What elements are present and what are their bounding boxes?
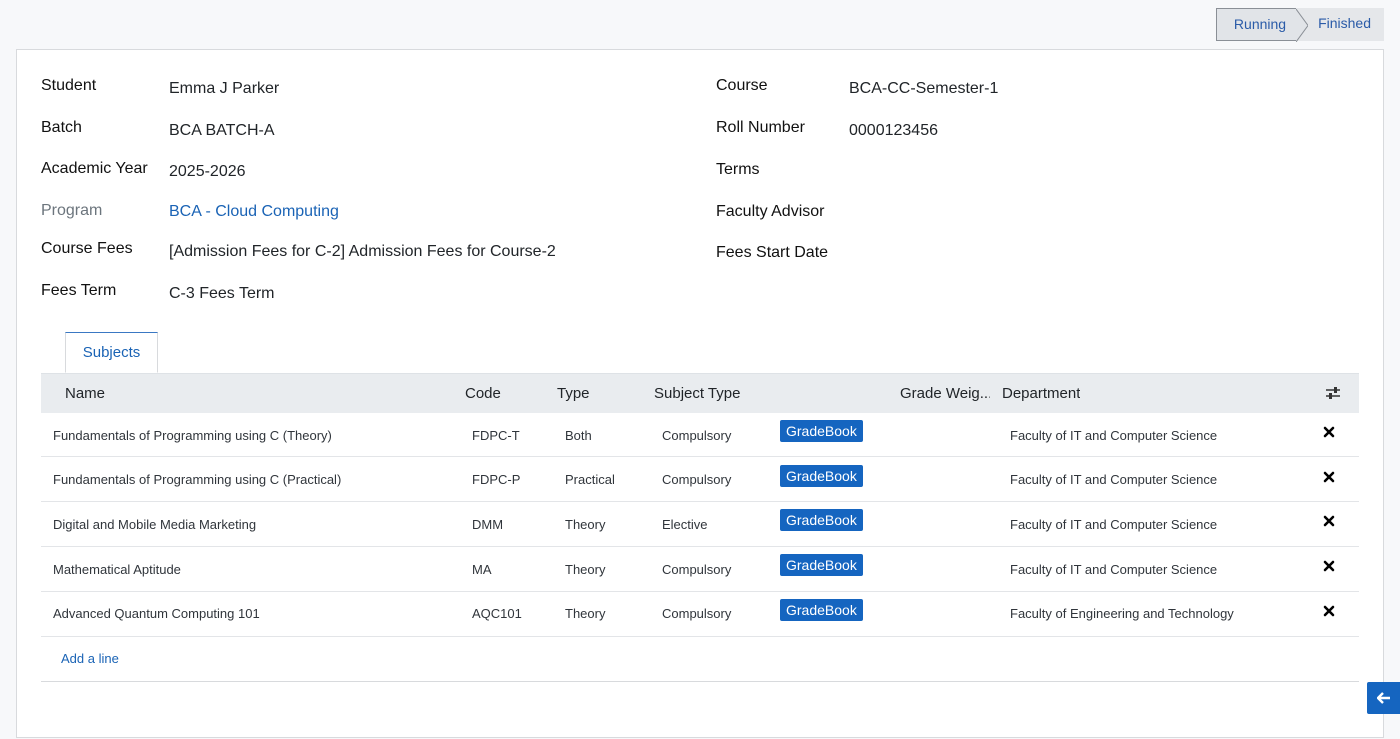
course-value[interactable]: BCA-CC-Semester-1 bbox=[849, 80, 998, 98]
close-icon[interactable] bbox=[1323, 426, 1335, 438]
close-icon[interactable] bbox=[1323, 605, 1335, 617]
cell-code: DMM bbox=[472, 517, 504, 532]
student-value[interactable]: Emma J Parker bbox=[169, 80, 279, 98]
cell-department: Faculty of IT and Computer Science bbox=[1010, 562, 1218, 577]
subjects-table: Name Code Type Subject Type Grade Weig..… bbox=[41, 373, 1359, 682]
fees-term-value[interactable]: C-3 Fees Term bbox=[169, 285, 275, 303]
close-icon[interactable] bbox=[1323, 560, 1335, 572]
stage-running-label: Running bbox=[1233, 16, 1287, 32]
program-link[interactable]: BCA - Cloud Computing bbox=[169, 203, 339, 221]
field-course: Course bbox=[716, 77, 768, 95]
col-type[interactable]: Type bbox=[557, 374, 590, 413]
cell-type: Theory bbox=[565, 606, 606, 621]
field-batch: Batch bbox=[41, 119, 82, 137]
col-department[interactable]: Department bbox=[1002, 374, 1080, 413]
cell-department: Faculty of IT and Computer Science bbox=[1010, 472, 1218, 487]
stage-finished-label: Finished bbox=[1318, 15, 1371, 31]
field-student: Student bbox=[41, 77, 96, 95]
stage-finished[interactable]: Finished bbox=[1296, 8, 1384, 41]
cell-type: Theory bbox=[565, 517, 606, 532]
cell-code: FDPC-T bbox=[472, 428, 520, 443]
cell-name: Fundamentals of Programming using C (Pra… bbox=[53, 472, 342, 487]
cell-department: Faculty of Engineering and Technology bbox=[1010, 606, 1234, 621]
cell-department: Faculty of IT and Computer Science bbox=[1010, 428, 1218, 443]
tab-subjects[interactable]: Subjects bbox=[65, 332, 158, 373]
cell-name: Advanced Quantum Computing 101 bbox=[53, 606, 260, 621]
cell-department: Faculty of IT and Computer Science bbox=[1010, 517, 1218, 532]
roll-number-value[interactable]: 0000123456 bbox=[849, 122, 938, 140]
fees-term-label: Fees Term bbox=[41, 282, 117, 299]
table-row[interactable]: Fundamentals of Programming using C (The… bbox=[41, 413, 1359, 457]
field-fees-start-date: Fees Start Date bbox=[716, 244, 828, 262]
cell-subject-type: Compulsory bbox=[662, 606, 732, 621]
roll-number-label: Roll Number bbox=[716, 119, 805, 136]
add-line-row: Add a line bbox=[41, 637, 1359, 682]
cell-subject-type: Compulsory bbox=[662, 428, 732, 443]
back-button[interactable] bbox=[1367, 682, 1400, 714]
cell-type: Both bbox=[565, 428, 592, 443]
table-row[interactable]: Digital and Mobile Media Marketing DMM T… bbox=[41, 502, 1359, 547]
cell-subject-type: Elective bbox=[662, 517, 708, 532]
cell-code: MA bbox=[472, 562, 492, 577]
student-label: Student bbox=[41, 77, 97, 94]
gradebook-button[interactable]: GradeBook bbox=[780, 420, 863, 442]
gradebook-button[interactable]: GradeBook bbox=[780, 465, 863, 487]
col-grade-weight[interactable]: Grade Weig... bbox=[900, 374, 990, 413]
sliders-icon[interactable] bbox=[1325, 386, 1341, 400]
academic-year-value[interactable]: 2025-2026 bbox=[169, 163, 246, 181]
col-subject-type[interactable]: Subject Type bbox=[654, 374, 740, 413]
field-fees-term: Fees Term bbox=[41, 282, 116, 300]
table-row[interactable]: Mathematical Aptitude MA Theory Compulso… bbox=[41, 547, 1359, 592]
cell-code: FDPC-P bbox=[472, 472, 521, 487]
field-program: Program bbox=[41, 202, 102, 220]
course-label: Course bbox=[716, 77, 768, 94]
cell-name: Digital and Mobile Media Marketing bbox=[53, 517, 257, 532]
course-fees-label: Course Fees bbox=[41, 240, 133, 257]
add-line-link[interactable]: Add a line bbox=[61, 651, 119, 666]
academic-year-label: Academic Year bbox=[41, 160, 148, 177]
cell-subject-type: Compulsory bbox=[662, 562, 732, 577]
field-faculty-advisor: Faculty Advisor bbox=[716, 203, 824, 221]
cell-code: AQC101 bbox=[472, 606, 522, 621]
batch-label: Batch bbox=[41, 119, 82, 136]
status-bar: Running Finished bbox=[1215, 8, 1384, 42]
notebook-tabs: Subjects bbox=[41, 332, 1359, 373]
stage-running[interactable]: Running bbox=[1215, 8, 1309, 42]
faculty-advisor-label: Faculty Advisor bbox=[716, 203, 825, 220]
close-icon[interactable] bbox=[1323, 515, 1335, 527]
cell-type: Theory bbox=[565, 562, 606, 577]
cell-type: Practical bbox=[565, 472, 615, 487]
form-sheet: Student Emma J Parker Batch BCA BATCH-A … bbox=[16, 49, 1384, 738]
table-row[interactable]: Fundamentals of Programming using C (Pra… bbox=[41, 457, 1359, 502]
terms-label: Terms bbox=[716, 161, 760, 178]
col-code[interactable]: Code bbox=[465, 374, 501, 413]
stage-arrow-icon bbox=[1296, 9, 1309, 42]
field-terms: Terms bbox=[716, 161, 760, 179]
arrow-left-icon bbox=[1376, 692, 1390, 704]
close-icon[interactable] bbox=[1323, 471, 1335, 483]
field-course-fees: Course Fees bbox=[41, 240, 133, 258]
col-name[interactable]: Name bbox=[65, 374, 105, 413]
gradebook-button[interactable]: GradeBook bbox=[780, 509, 863, 531]
cell-name: Fundamentals of Programming using C (The… bbox=[53, 428, 332, 443]
course-fees-value[interactable]: [Admission Fees for C-2] Admission Fees … bbox=[169, 243, 556, 261]
batch-value[interactable]: BCA BATCH-A bbox=[169, 122, 275, 140]
field-academic-year: Academic Year bbox=[41, 160, 148, 178]
gradebook-button[interactable]: GradeBook bbox=[780, 554, 863, 576]
cell-subject-type: Compulsory bbox=[662, 472, 732, 487]
table-row[interactable]: Advanced Quantum Computing 101 AQC101 Th… bbox=[41, 592, 1359, 637]
field-roll-number: Roll Number bbox=[716, 119, 805, 137]
gradebook-button[interactable]: GradeBook bbox=[780, 599, 863, 621]
cell-name: Mathematical Aptitude bbox=[53, 562, 181, 577]
table-header: Name Code Type Subject Type Grade Weig..… bbox=[41, 373, 1359, 413]
program-label: Program bbox=[41, 202, 103, 219]
fees-start-date-label: Fees Start Date bbox=[716, 244, 829, 261]
